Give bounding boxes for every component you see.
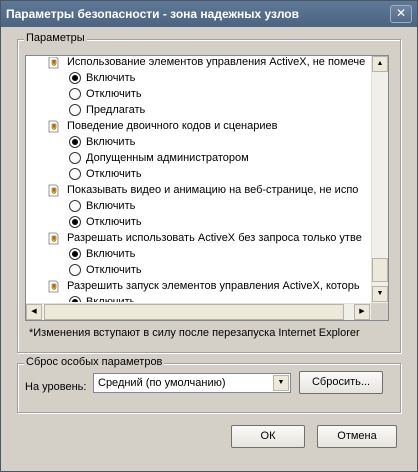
window-title: Параметры безопасности - зона надежных у… <box>6 7 299 21</box>
setting-option-label: Включить <box>86 248 136 260</box>
setting-option[interactable]: Включить <box>27 198 372 214</box>
reset-button[interactable]: Сбросить... <box>299 371 383 394</box>
setting-option[interactable]: Включить <box>27 134 372 150</box>
setting-option[interactable]: Допущенным администратором <box>27 150 372 166</box>
title-bar[interactable]: Параметры безопасности - зона надежных у… <box>1 1 417 27</box>
radio-button[interactable] <box>69 168 81 180</box>
ok-button[interactable]: ОК <box>231 425 305 448</box>
vertical-scrollbar[interactable]: ▲ ▼ <box>371 56 388 303</box>
setting-option-label: Отключить <box>86 168 142 180</box>
setting-option[interactable]: Включить <box>27 246 372 262</box>
setting-option-label: Допущенным администратором <box>86 152 249 164</box>
setting-option[interactable]: Отключить <box>27 262 372 278</box>
radio-button[interactable] <box>69 104 81 116</box>
setting-option-label: Отключить <box>86 216 142 228</box>
setting-category: Показывать видео и анимацию на веб-стран… <box>27 182 372 198</box>
close-button[interactable]: ✕ <box>390 5 412 23</box>
setting-option[interactable]: Включить <box>27 70 372 86</box>
scroll-right-arrow-icon[interactable]: ▶ <box>354 304 370 320</box>
restart-note: *Изменения вступают в силу после перезап… <box>29 327 360 339</box>
radio-button-checked[interactable] <box>69 216 81 228</box>
setting-option-label: Включить <box>86 200 136 212</box>
setting-category: Использование элементов управления Activ… <box>27 57 372 70</box>
setting-option[interactable]: Отключить <box>27 214 372 230</box>
security-setting-icon <box>48 184 59 197</box>
radio-button-checked[interactable] <box>69 72 81 84</box>
radio-button[interactable] <box>69 88 81 100</box>
radio-button-checked[interactable] <box>69 296 81 302</box>
radio-button[interactable] <box>69 264 81 276</box>
setting-option-label: Включить <box>86 296 136 302</box>
level-dropdown-value: Средний (по умолчанию) <box>98 377 226 389</box>
reset-group-legend: Сброс особых параметров <box>24 356 165 368</box>
setting-category-label: Разрешить запуск элементов управления Ac… <box>67 280 360 292</box>
setting-option[interactable]: Предлагать <box>27 102 372 118</box>
cancel-button[interactable]: Отмена <box>317 425 397 448</box>
setting-category: Разрешать использовать ActiveX без запро… <box>27 230 372 246</box>
horizontal-scroll-thumb[interactable] <box>44 304 344 320</box>
radio-button[interactable] <box>69 200 81 212</box>
security-setting-icon <box>48 232 59 245</box>
scroll-up-arrow-icon[interactable]: ▲ <box>372 56 388 72</box>
setting-option-label: Предлагать <box>86 104 146 116</box>
horizontal-scrollbar[interactable]: ◀ ▶ <box>26 303 371 320</box>
radio-button[interactable] <box>69 152 81 164</box>
settings-group-legend: Параметры <box>24 32 87 44</box>
scrollbar-corner <box>371 303 388 320</box>
setting-category-label: Использование элементов управления Activ… <box>67 57 366 68</box>
setting-category: Поведение двоичного кодов и сценариев <box>27 118 372 134</box>
level-label: На уровень: <box>25 381 87 393</box>
setting-option-label: Включить <box>86 72 136 84</box>
scroll-left-arrow-icon[interactable]: ◀ <box>26 304 42 320</box>
dialog-body: Параметры Использование элементов управл… <box>5 27 413 469</box>
vertical-scroll-thumb[interactable] <box>372 258 388 282</box>
setting-category-label: Разрешать использовать ActiveX без запро… <box>67 232 362 244</box>
security-setting-icon <box>48 280 59 293</box>
setting-category-label: Поведение двоичного кодов и сценариев <box>67 120 278 132</box>
setting-option-label: Отключить <box>86 264 142 276</box>
setting-option-label: Отключить <box>86 88 142 100</box>
setting-option[interactable]: Отключить <box>27 166 372 182</box>
radio-button-checked[interactable] <box>69 136 81 148</box>
dropdown-arrow-icon[interactable]: ▼ <box>273 375 289 391</box>
security-setting-icon <box>48 120 59 133</box>
settings-list[interactable]: Использование элементов управления Activ… <box>25 55 389 321</box>
level-dropdown[interactable]: Средний (по умолчанию) ▼ <box>93 373 291 393</box>
security-settings-dialog: Параметры безопасности - зона надежных у… <box>0 0 418 472</box>
setting-option-label: Включить <box>86 136 136 148</box>
settings-list-viewport: Использование элементов управления Activ… <box>27 57 372 302</box>
setting-category-label: Показывать видео и анимацию на веб-стран… <box>67 184 359 196</box>
radio-button-checked[interactable] <box>69 248 81 260</box>
setting-option[interactable]: Отключить <box>27 86 372 102</box>
security-setting-icon <box>48 57 59 69</box>
setting-category: Разрешить запуск элементов управления Ac… <box>27 278 372 294</box>
scroll-down-arrow-icon[interactable]: ▼ <box>372 286 388 302</box>
setting-option[interactable]: Включить <box>27 294 372 302</box>
